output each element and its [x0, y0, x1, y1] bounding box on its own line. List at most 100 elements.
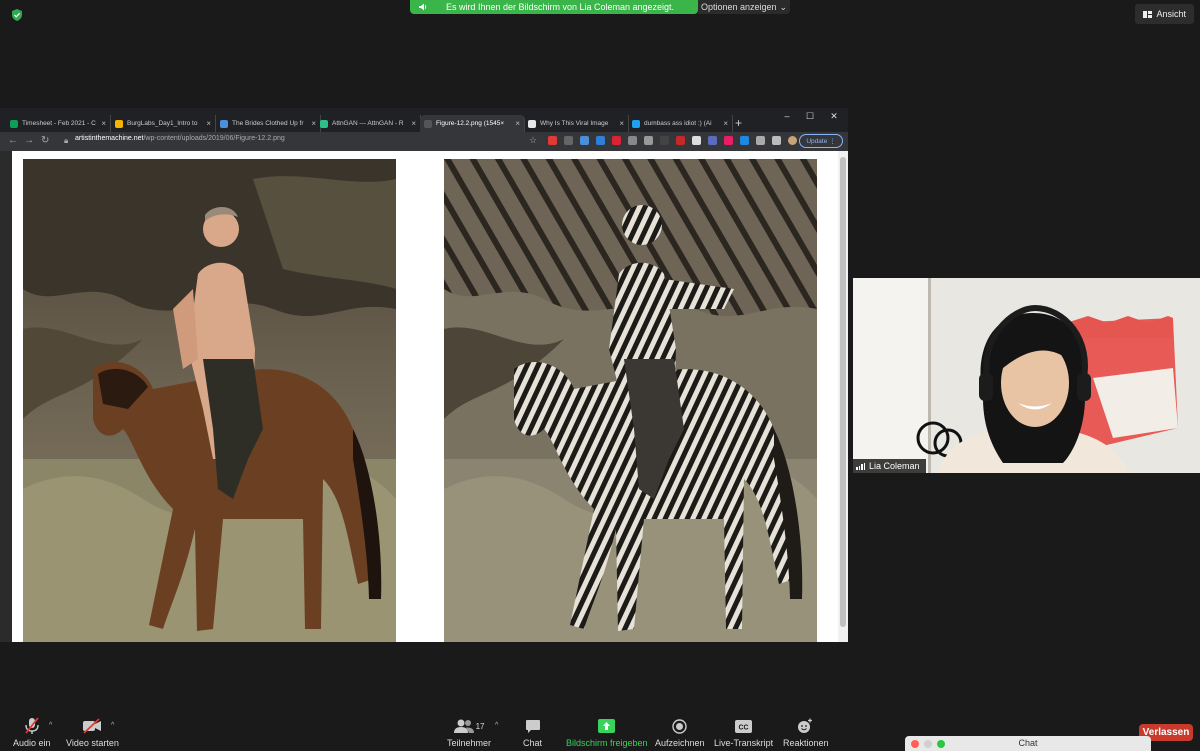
video-off-icon	[82, 717, 102, 735]
record-button[interactable]: Aufzeichnen	[655, 717, 705, 748]
reading-list-icon[interactable]	[772, 136, 781, 145]
puzzle-extensions-icon[interactable]	[756, 136, 765, 145]
share-screen-button[interactable]: Bildschirm freigeben	[566, 717, 648, 748]
extension-icon[interactable]	[692, 136, 701, 145]
chat-window-titlebar[interactable]: Chat	[905, 736, 1151, 751]
share-screen-icon	[598, 717, 616, 735]
share-screen-label: Bildschirm freigeben	[566, 738, 648, 748]
scrollbar-thumb[interactable]	[840, 157, 846, 627]
tab-close-icon[interactable]: ×	[515, 119, 520, 128]
shared-browser-window: Timesheet - Feb 2021 - C × BurgLabs_Day1_…	[0, 108, 848, 642]
maximize-icon[interactable]: ☐	[799, 111, 821, 122]
record-icon	[672, 717, 687, 735]
audio-label: Audio ein	[13, 738, 51, 748]
tab-close-icon[interactable]: ×	[723, 119, 728, 128]
reactions-label: Reaktionen	[783, 738, 829, 748]
extension-icons	[548, 136, 797, 145]
horse-rider-photo	[23, 159, 396, 642]
extension-icon[interactable]	[612, 136, 621, 145]
view-options-button[interactable]: Optionen anzeigen ⌄	[698, 0, 790, 14]
tab-title: Timesheet - Feb 2021 - C	[22, 120, 96, 127]
bookmark-star-icon[interactable]: ☆	[529, 135, 537, 146]
chevron-down-icon: ⌄	[779, 1, 788, 12]
participants-options-caret-icon[interactable]: ^	[495, 722, 498, 729]
browser-update-button[interactable]: Update ⋮	[799, 134, 843, 148]
browser-tab[interactable]: Why Is This Viral Image ×	[524, 115, 629, 132]
url-field[interactable]: artistinthemachine.net/wp-content/upload…	[75, 135, 285, 142]
browser-tab[interactable]: dumbass ass idiot :) (Ai ×	[628, 115, 733, 132]
browser-tab[interactable]: The Brides Clothed Up fr ×	[216, 115, 321, 132]
page-scrollbar[interactable]	[838, 151, 848, 642]
extension-icon[interactable]	[580, 136, 589, 145]
tab-strip: Timesheet - Feb 2021 - C × BurgLabs_Day1_…	[0, 108, 848, 132]
page-viewport	[12, 151, 838, 642]
tab-title: The Brides Clothed Up fr	[232, 120, 304, 127]
participant-name-tag: Lia Coleman	[853, 459, 926, 473]
reactions-button[interactable]: Reaktionen	[783, 717, 829, 748]
tab-favicon-icon	[632, 119, 640, 128]
browser-tab[interactable]: BurgLabs_Day1_Intro to ×	[111, 115, 216, 132]
participant-name: Lia Coleman	[869, 461, 920, 471]
browser-tab-active[interactable]: Figure-12.2.png (1545× ×	[420, 115, 525, 132]
tab-title: Figure-12.2.png (1545×	[436, 120, 505, 127]
new-tab-icon[interactable]: +	[735, 116, 742, 130]
extension-icon[interactable]	[564, 136, 573, 145]
profile-avatar[interactable]	[788, 136, 797, 145]
chat-bubble-icon	[525, 717, 541, 735]
speaker-icon	[419, 3, 427, 11]
participants-button[interactable]: 17 Teilnehmer	[447, 717, 491, 748]
audio-options-caret-icon[interactable]: ^	[49, 722, 52, 729]
extension-icon[interactable]	[644, 136, 653, 145]
participant-count: 17	[475, 721, 485, 731]
extension-icon[interactable]	[628, 136, 637, 145]
live-transcript-button[interactable]: CC Live-Transkript	[714, 717, 773, 748]
zoom-window: Es wird Ihnen der Bildschirm von Lia Col…	[0, 0, 1200, 751]
chat-window-title: Chat	[1018, 738, 1038, 748]
share-banner-text: Es wird Ihnen der Bildschirm von Lia Col…	[445, 2, 675, 12]
minimize-icon[interactable]: –	[776, 111, 798, 121]
tab-close-icon[interactable]: ×	[101, 119, 106, 128]
tab-favicon-icon	[10, 119, 18, 128]
chat-button[interactable]: Chat	[523, 717, 542, 748]
participants-icon: 17	[453, 717, 485, 735]
tab-favicon-icon	[424, 119, 432, 128]
browser-tab[interactable]: AttnGAN — AttnGAN - R ×	[316, 115, 421, 132]
muted-microphone-icon	[24, 717, 40, 735]
tab-favicon-icon	[528, 119, 536, 128]
update-label: Update	[806, 137, 828, 145]
tab-title: BurgLabs_Day1_Intro to	[127, 120, 198, 127]
extension-icon[interactable]	[660, 136, 669, 145]
back-arrow-icon[interactable]: ←	[8, 135, 18, 146]
extension-icon[interactable]	[724, 136, 733, 145]
extension-icon[interactable]	[548, 136, 557, 145]
extension-icon[interactable]	[740, 136, 749, 145]
extension-icon[interactable]	[708, 136, 717, 145]
tab-title: Why Is This Viral Image	[540, 120, 609, 127]
reload-icon[interactable]: ↻	[41, 135, 49, 146]
close-window-icon[interactable]: ✕	[823, 111, 845, 122]
browser-tab[interactable]: Timesheet - Feb 2021 - C ×	[6, 115, 111, 132]
video-label: Video starten	[66, 738, 119, 748]
record-label: Aufzeichnen	[655, 738, 705, 748]
live-transcript-label: Live-Transkript	[714, 738, 774, 748]
lock-icon: 🔒︎	[64, 136, 69, 145]
video-options-caret-icon[interactable]: ^	[111, 722, 114, 729]
screen-share-banner: Es wird Ihnen der Bildschirm von Lia Col…	[410, 0, 698, 14]
audio-button[interactable]: Audio ein	[13, 717, 51, 748]
security-shield-icon[interactable]	[10, 8, 24, 22]
tab-close-icon[interactable]: ×	[411, 119, 416, 128]
tab-close-icon[interactable]: ×	[206, 119, 211, 128]
svg-text:CC: CC	[739, 724, 749, 731]
view-mode-button[interactable]: Ansicht	[1135, 4, 1194, 24]
extension-icon[interactable]	[676, 136, 685, 145]
view-mode-label: Ansicht	[1156, 9, 1186, 19]
url-domain: artistinthemachine.net	[75, 135, 144, 142]
forward-arrow-icon[interactable]: →	[24, 135, 34, 146]
tab-favicon-icon	[320, 119, 328, 128]
smiley-plus-icon	[797, 717, 814, 735]
tab-title: dumbass ass idiot :) (Ai	[644, 120, 712, 127]
zebra-rider-photo	[444, 159, 817, 642]
participant-video-tile[interactable]: Lia Coleman	[853, 278, 1200, 473]
tab-close-icon[interactable]: ×	[619, 119, 624, 128]
extension-icon[interactable]	[596, 136, 605, 145]
